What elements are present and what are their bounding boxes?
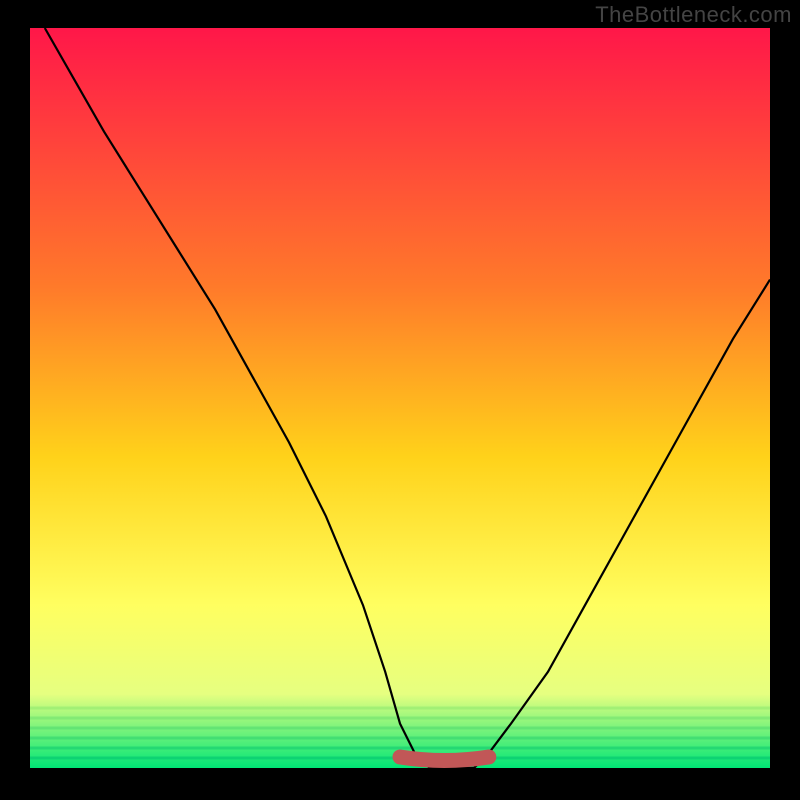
watermark-text: TheBottleneck.com <box>595 2 792 28</box>
optimal-range-bar <box>400 757 489 761</box>
bottleneck-chart <box>0 0 800 800</box>
plot-area <box>30 28 770 768</box>
chart-stage: TheBottleneck.com <box>0 0 800 800</box>
